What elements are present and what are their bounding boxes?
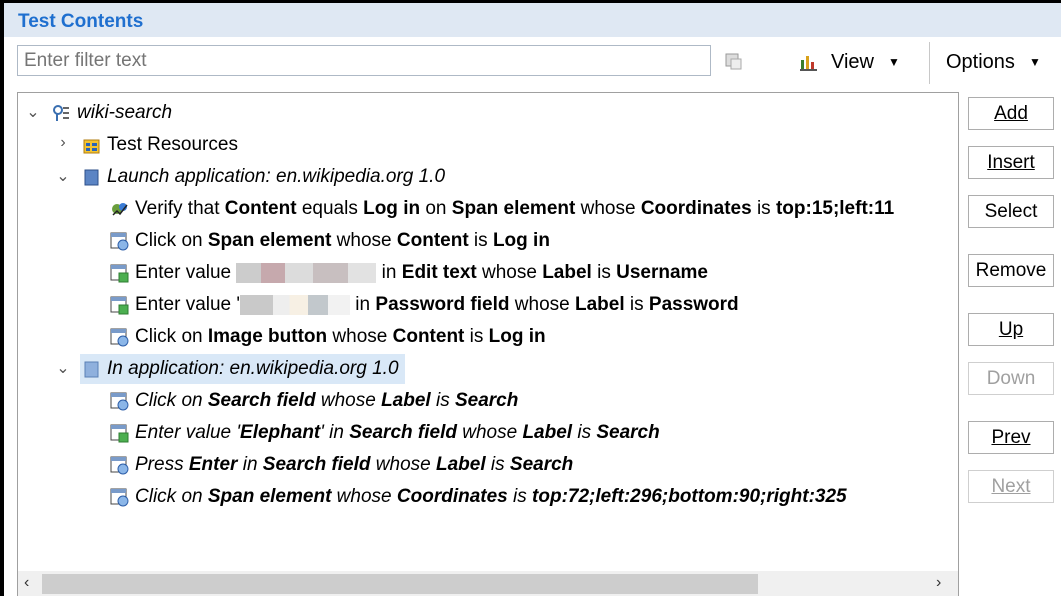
step-text: Enter value in Edit text whose Label is …	[135, 262, 708, 283]
view-menu-button[interactable]: View ▼	[799, 48, 900, 76]
tree-item-label: wiki-search	[77, 102, 173, 123]
down-button[interactable]: Down	[968, 362, 1054, 395]
step-text: Click on Search field whose Label is Sea…	[135, 390, 519, 411]
chevron-down-icon: ▼	[1028, 55, 1041, 69]
tree-item-step[interactable]: Enter value 'Elephant' in Search field w…	[110, 418, 660, 448]
step-text: Click on Image button whose Content is L…	[135, 326, 546, 347]
tree-item-step[interactable]: Click on Image button whose Content is L…	[110, 322, 546, 352]
tree-item-label: Launch application: en.wikipedia.org 1.0	[107, 166, 446, 187]
remove-button[interactable]: Remove	[968, 254, 1054, 287]
chevron-right-icon[interactable]: ›	[56, 134, 70, 152]
tree-item-step[interactable]: Enter value ' in Password field whose La…	[110, 290, 739, 320]
enter-value-icon	[110, 424, 129, 442]
click-action-icon	[110, 488, 129, 506]
options-label: Options	[946, 50, 1015, 73]
scrollbar-thumb[interactable]	[42, 574, 758, 594]
step-text: Verify that Content equals Log in on Spa…	[135, 198, 895, 219]
enter-value-icon	[110, 264, 129, 282]
chevron-down-icon: ▼	[888, 55, 900, 69]
tree-item-label: In application: en.wikipedia.org 1.0	[107, 358, 399, 379]
clear-filter-icon[interactable]	[724, 52, 742, 70]
scroll-right-icon[interactable]: ›	[936, 574, 941, 592]
options-menu-button[interactable]: Options ▼	[946, 48, 1041, 76]
step-text: Enter value 'Elephant' in Search field w…	[135, 422, 660, 443]
click-action-icon	[110, 328, 129, 346]
chevron-down-icon[interactable]: ⌄	[56, 358, 70, 378]
horizontal-scrollbar[interactable]: ‹ ›	[18, 571, 958, 596]
insert-button[interactable]: Insert	[968, 146, 1054, 179]
tree-item-launch-application[interactable]: Launch application: en.wikipedia.org 1.0	[82, 162, 445, 192]
view-icon	[800, 56, 817, 71]
step-text: Enter value ' in Password field whose La…	[135, 294, 739, 315]
panel-title: Test Contents	[18, 11, 144, 32]
click-action-icon	[110, 456, 129, 474]
chevron-down-icon[interactable]: ⌄	[56, 166, 70, 186]
chevron-down-icon[interactable]: ⌄	[26, 102, 40, 122]
application-icon	[84, 361, 99, 377]
click-action-icon	[110, 392, 129, 410]
scroll-left-icon[interactable]: ‹	[24, 574, 29, 592]
application-icon	[84, 169, 99, 185]
view-label: View	[831, 50, 874, 73]
test-tree[interactable]: ⌄ wiki-search › Test Resources ⌄ Launch …	[17, 92, 959, 596]
test-case-icon	[53, 104, 69, 121]
redacted-value	[240, 294, 351, 315]
step-text: Press Enter in Search field whose Label …	[135, 454, 574, 475]
tree-item-test-resources[interactable]: Test Resources	[82, 130, 238, 160]
add-button[interactable]: Add	[968, 97, 1054, 130]
filter-input[interactable]	[17, 45, 711, 76]
tree-item-step[interactable]: Enter value in Edit text whose Label is …	[110, 258, 708, 288]
tree-item-step[interactable]: Verify that Content equals Log in on Spa…	[110, 194, 894, 224]
tree-item-root[interactable]: wiki-search	[52, 98, 172, 128]
tree-item-step[interactable]: Click on Span element whose Coordinates …	[110, 482, 847, 512]
redacted-value	[236, 262, 377, 283]
tree-item-in-application[interactable]: In application: en.wikipedia.org 1.0	[80, 354, 405, 384]
resources-icon	[83, 139, 100, 153]
tree-item-step[interactable]: Click on Search field whose Label is Sea…	[110, 386, 518, 416]
click-action-icon	[110, 232, 129, 250]
panel-header: Test Contents	[4, 3, 1061, 37]
prev-button[interactable]: Prev	[968, 421, 1054, 454]
tree-item-step[interactable]: Click on Span element whose Content is L…	[110, 226, 550, 256]
verify-icon	[112, 202, 128, 216]
step-text: Click on Span element whose Coordinates …	[135, 486, 847, 507]
tree-item-step[interactable]: Press Enter in Search field whose Label …	[110, 450, 573, 480]
enter-value-icon	[110, 296, 129, 314]
step-text: Click on Span element whose Content is L…	[135, 230, 550, 251]
select-button[interactable]: Select	[968, 195, 1054, 228]
tree-item-label: Test Resources	[107, 134, 238, 155]
next-button[interactable]: Next	[968, 470, 1054, 503]
up-button[interactable]: Up	[968, 313, 1054, 346]
toolbar-divider	[929, 42, 930, 84]
